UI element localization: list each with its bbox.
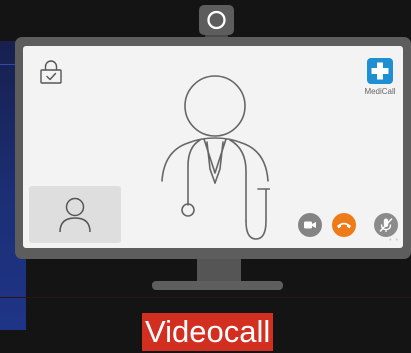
self-view[interactable] [29, 186, 121, 243]
call-controls [291, 213, 398, 237]
background-divider-top [0, 64, 16, 65]
hang-up-button[interactable] [332, 213, 356, 237]
monitor-stand-base [152, 281, 283, 290]
video-toggle-button[interactable] [298, 213, 322, 237]
monitor-stand-neck [197, 259, 241, 281]
phone-hangup-icon [337, 222, 351, 229]
monitor: MediCall • • [15, 37, 411, 259]
screen-dots: • • [389, 237, 399, 244]
webcam-icon [199, 5, 234, 35]
mute-button[interactable] [374, 213, 398, 237]
brand-name: MediCall [364, 87, 396, 96]
lock-icon [40, 59, 62, 85]
background-divider-bottom [0, 297, 411, 298]
video-camera-icon [304, 221, 316, 229]
doctor-with-stethoscope-icon [160, 71, 273, 246]
video-call-screen: MediCall • • [23, 46, 403, 248]
medical-cross-icon [367, 58, 393, 84]
brand-logo: MediCall [358, 58, 402, 96]
user-avatar-icon [59, 197, 91, 233]
microphone-muted-icon [379, 218, 393, 232]
caption-title: Videocall [142, 313, 274, 351]
